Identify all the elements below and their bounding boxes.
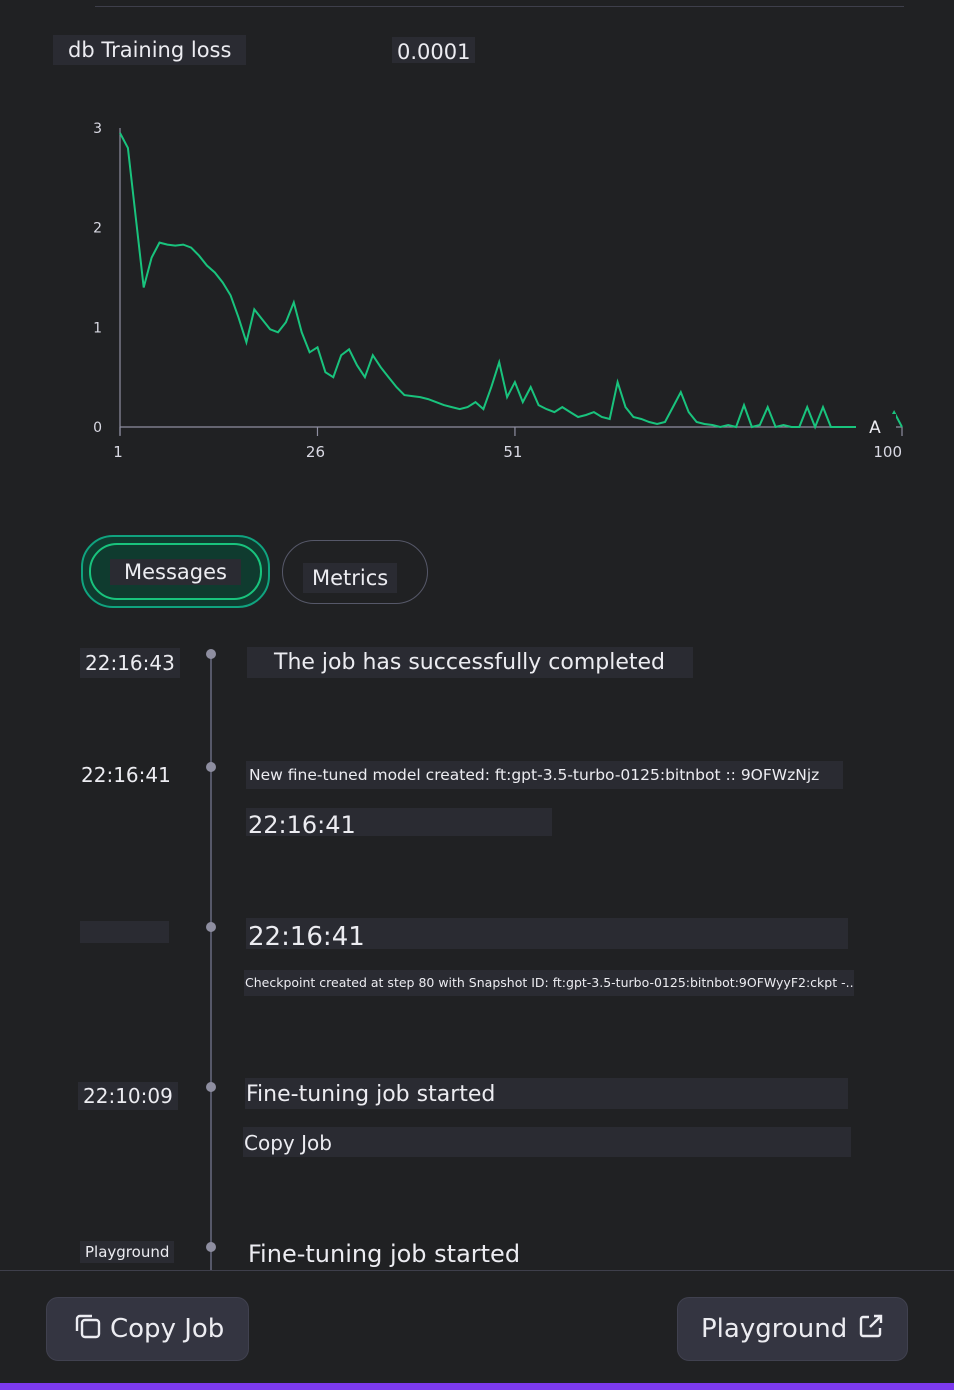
annotation-label: A (869, 418, 881, 438)
x-tick-label: 1 (113, 443, 123, 461)
event-time: Playground (80, 1241, 175, 1263)
bottom-accent-strip (0, 1383, 954, 1390)
copy-job-label: Copy Job (110, 1314, 225, 1344)
playground-button[interactable]: Playground (677, 1297, 908, 1361)
timeline-dot (206, 649, 216, 659)
y-tick-label: 2 (93, 221, 102, 237)
event-time: 22:10:09 (78, 1082, 178, 1110)
timeline-dot (206, 762, 216, 772)
event-extra-time: 22:16:41 (246, 808, 552, 836)
event-time: 22:16:41 (81, 763, 171, 787)
timeline-dot (206, 1242, 216, 1252)
x-tick-label: 51 (503, 443, 522, 461)
footer-bar: Copy Job Playground (0, 1270, 954, 1384)
playground-label: Playground (701, 1314, 848, 1344)
external-link-icon (857, 1312, 885, 1347)
event-message: Fine-tuning job started (245, 1078, 848, 1109)
timeline-dot (206, 922, 216, 932)
tab-messages[interactable]: Messages (81, 535, 270, 608)
chart-ticks: 01231 26 51 100 (93, 121, 903, 461)
timeline-dot (206, 1082, 216, 1092)
event-message: Fine-tuning job started (248, 1240, 521, 1268)
event-time: 22:16:43 (80, 648, 180, 678)
x-tick-label: 26 (306, 443, 325, 461)
tab-metrics-label: Metrics (303, 563, 398, 593)
y-tick-label: 1 (93, 320, 102, 336)
tab-messages-label: Messages (110, 559, 241, 585)
chart-annotation: A (856, 414, 896, 438)
copy-job-button[interactable]: Copy Job (46, 1297, 249, 1361)
tab-metrics[interactable]: Metrics (282, 540, 428, 604)
copy-icon (74, 1312, 102, 1347)
top-divider (95, 6, 904, 7)
loss-series-line (119, 132, 903, 430)
y-tick-label: 0 (93, 420, 102, 436)
event-message: The job has successfully completed (247, 647, 693, 678)
event-extra: Copy Job (243, 1127, 851, 1157)
event-message: Checkpoint created at step 80 with Snaps… (244, 970, 854, 996)
training-loss-chart: 01231 26 51 100 A (93, 121, 903, 461)
event-message: New fine-tuned model created: ft:gpt-3.5… (246, 761, 843, 789)
chart-title: db Training loss (53, 35, 247, 65)
event-heading: 22:16:41 (246, 918, 848, 949)
timeline-line (210, 654, 212, 1270)
x-tick-label: 100 (873, 443, 902, 461)
y-tick-label: 3 (93, 121, 102, 137)
learning-rate-value: 0.0001 (392, 37, 476, 64)
event-time-redacted (80, 921, 169, 943)
